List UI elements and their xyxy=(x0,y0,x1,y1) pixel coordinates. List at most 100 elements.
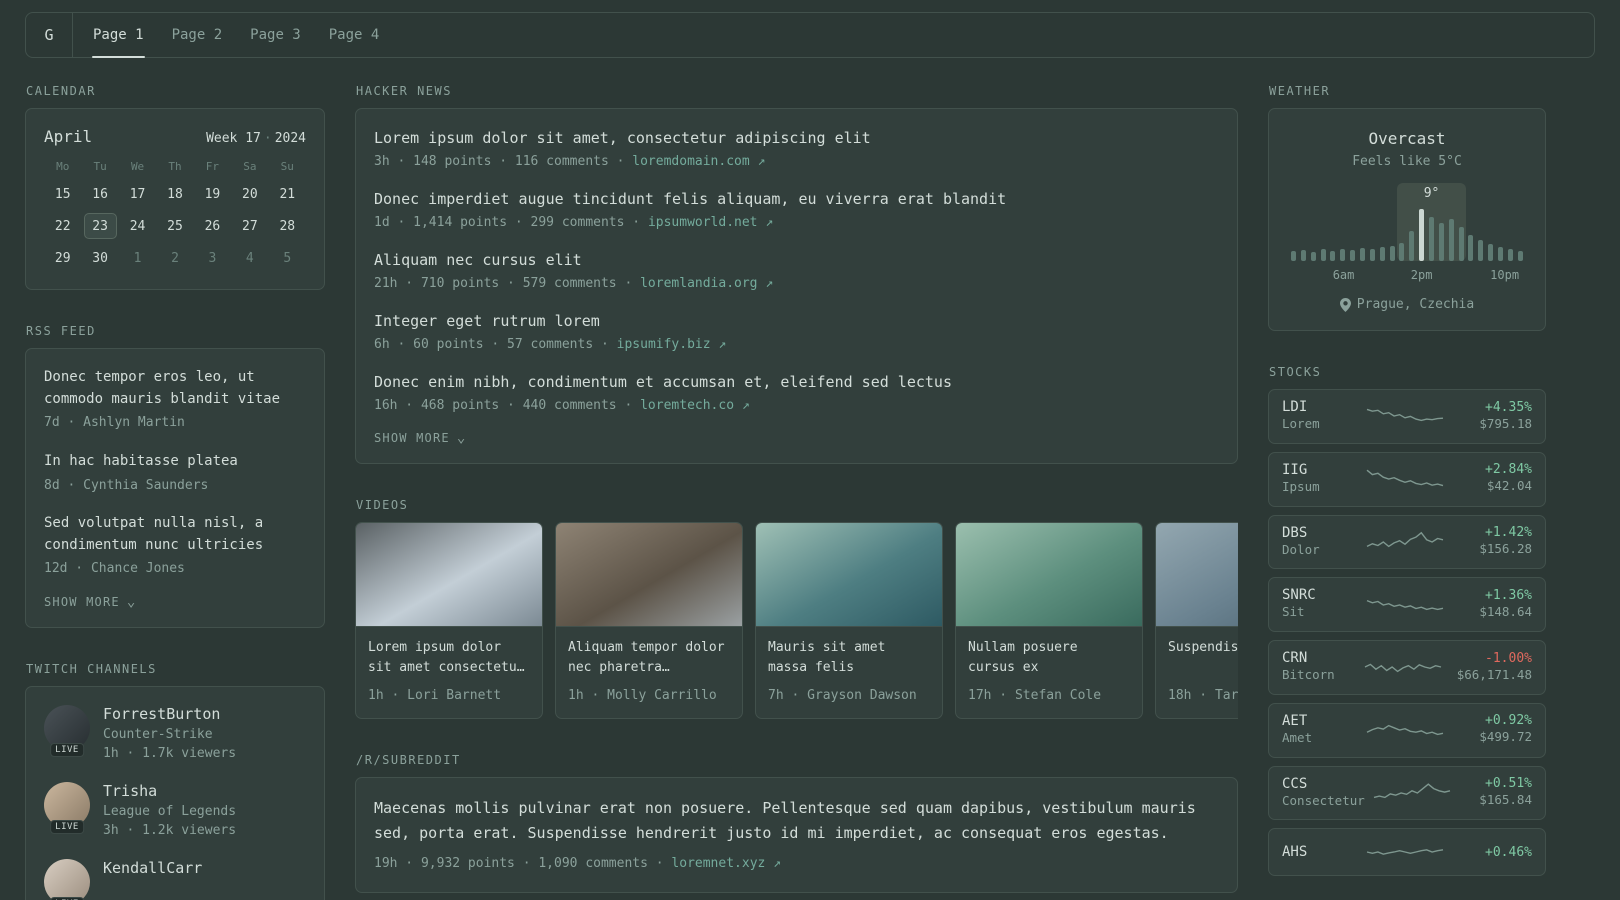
page-tab[interactable]: Page 4 xyxy=(315,13,394,57)
weather-bar xyxy=(1458,227,1464,261)
weather-bar xyxy=(1350,250,1356,261)
hn-item: Aliquam nec cursus elit 21h · 710 points… xyxy=(374,249,1219,293)
stock-right: +0.92% $499.72 xyxy=(1460,713,1532,747)
twitch-channel[interactable]: LIVE KendallCarr xyxy=(44,858,306,900)
stock-ticker: CCS xyxy=(1282,775,1308,792)
stock-sparkline xyxy=(1366,599,1444,610)
stock-right: +0.46% xyxy=(1460,845,1532,860)
twitch-channel[interactable]: LIVE Trisha League of Legends 3h · 1.2k … xyxy=(44,781,306,841)
page-tab[interactable]: Page 1 xyxy=(79,13,158,58)
weather-bar xyxy=(1389,246,1395,261)
rss-item-title[interactable]: Donec tempor eros leo, ut commodo mauris… xyxy=(44,367,306,410)
stock-price: $499.72 xyxy=(1479,729,1532,745)
weather-bar xyxy=(1340,249,1346,261)
weather-bar xyxy=(1468,235,1474,261)
stock-left: AHS xyxy=(1282,844,1350,860)
page-tab[interactable]: Page 2 xyxy=(158,13,237,57)
hn-item-domain-link[interactable]: loremtech.co ↗ xyxy=(640,398,750,413)
weather-location: Prague, Czechia xyxy=(1285,297,1529,312)
calendar-section-title: CALENDAR xyxy=(26,84,96,98)
video-card[interactable]: Aliquam tempor dolor nec pharetra… 1h · … xyxy=(555,522,743,719)
stock-left: CRN Bitcorn xyxy=(1282,650,1350,685)
calendar-day: 24 xyxy=(129,218,146,234)
hn-item-meta: 6h · 60 points · 57 comments · ipsumify.… xyxy=(374,335,1219,355)
right-column: WEATHER Overcast Feels like 5°C 9° 6am 2p… xyxy=(1268,58,1546,884)
stock-ticker: DBS xyxy=(1282,524,1308,541)
stock-right: +4.35% $795.18 xyxy=(1460,400,1532,434)
stocks-section-title: STOCKS xyxy=(1269,365,1322,379)
stock-sparkline xyxy=(1366,469,1444,487)
stock-row[interactable]: LDI Lorem +4.35% $795.18 xyxy=(1268,389,1546,444)
calendar-month: April xyxy=(44,127,93,146)
calendar-day: 2 xyxy=(171,250,179,266)
video-card[interactable]: Suspendisse diam 18h · Tara xyxy=(1155,522,1238,719)
calendar-day: 17 xyxy=(129,186,146,202)
calendar-days: 15 16 17 18 19 20 21 22 23 24 25 26 27 28 29 30 1 2 3 4 5 xyxy=(44,181,306,271)
video-body: Lorem ipsum dolor sit amet consectetu… 1… xyxy=(356,627,542,718)
hn-item-domain-link[interactable]: ipsumworld.net ↗ xyxy=(648,215,773,230)
calendar-day: 4 xyxy=(245,250,254,266)
hn-item-domain-link[interactable]: loremlandia.org ↗ xyxy=(640,276,773,291)
weather-bar xyxy=(1320,249,1326,261)
video-body: Aliquam tempor dolor nec pharetra… 1h · … xyxy=(556,627,742,718)
video-card[interactable]: Lorem ipsum dolor sit amet consectetu… 1… xyxy=(355,522,543,719)
hn-item-title[interactable]: Donec imperdiet augue tincidunt felis al… xyxy=(374,188,1219,211)
stock-name: Dolor xyxy=(1282,541,1320,557)
twitch-channel[interactable]: LIVE ForrestBurton Counter-Strike 1h · 1… xyxy=(44,704,306,764)
stock-ticker: LDI xyxy=(1282,399,1308,415)
reddit-post-title[interactable]: Maecenas mollis pulvinar erat non posuer… xyxy=(374,796,1219,846)
stock-row[interactable]: DBS Dolor +1.42% $156.28 xyxy=(1268,514,1546,570)
stock-right: +0.51% $165.84 xyxy=(1460,776,1532,810)
hn-item-domain-link[interactable]: ipsumify.biz ↗ xyxy=(617,337,727,352)
hn-item-title[interactable]: Aliquam nec cursus elit xyxy=(374,249,1219,272)
stock-change: +0.46% xyxy=(1485,844,1532,860)
reddit-post-domain-link[interactable]: loremnet.xyz ↗ xyxy=(671,856,781,871)
videos-section-title: VIDEOS xyxy=(356,498,409,512)
stock-row[interactable]: AHS +0.46% xyxy=(1268,828,1546,877)
calendar-day: 23 xyxy=(83,213,117,239)
stock-row[interactable]: SNRC Sit +1.36% $148.64 xyxy=(1268,577,1546,632)
stock-row[interactable]: IIG Ipsum +2.84% $42.04 xyxy=(1268,451,1546,507)
weather-time-label: 10pm xyxy=(1490,268,1520,282)
hn-item-meta-text: 1d · 1,414 points · 299 comments · xyxy=(374,214,648,230)
hn-item: Lorem ipsum dolor sit amet, consectetur … xyxy=(374,127,1219,171)
rss-widget: Donec tempor eros leo, ut commodo mauris… xyxy=(25,348,325,628)
stock-sparkline xyxy=(1374,783,1451,799)
channel-info: Trisha League of Legends 3h · 1.2k viewe… xyxy=(103,782,236,841)
stock-change: +4.35% xyxy=(1485,399,1532,415)
video-card[interactable]: Nullam posuere cursus ex 17h · Stefan Co… xyxy=(955,522,1143,719)
chevron-down-icon: ⌄ xyxy=(456,430,467,446)
weather-section-title: WEATHER xyxy=(1269,84,1331,98)
hn-show-more-button[interactable]: SHOW MORE ⌄ xyxy=(374,431,1219,445)
rss-item: Sed volutpat nulla nisl, a condimentum n… xyxy=(44,513,306,579)
stock-row[interactable]: CRN Bitcorn -1.00% $66,171.48 xyxy=(1268,640,1546,695)
stock-price: $42.04 xyxy=(1486,478,1532,494)
calendar-day: 3 xyxy=(208,250,217,266)
hn-item-meta: 16h · 468 points · 440 comments · loremt… xyxy=(374,396,1219,416)
video-card[interactable]: Mauris sit amet massa felis 7h · Grayson… xyxy=(755,522,943,719)
channel-name: Trisha xyxy=(103,781,158,800)
weather-bar xyxy=(1448,219,1454,261)
app-logo[interactable]: G xyxy=(26,13,73,57)
hn-item-title[interactable]: Lorem ipsum dolor sit amet, consectetur … xyxy=(374,127,1219,150)
reddit-post-meta-text: 19h · 9,932 points · 1,090 comments · xyxy=(374,856,672,872)
page-tab[interactable]: Page 3 xyxy=(236,13,315,57)
rss-item-title[interactable]: In hac habitasse platea xyxy=(44,451,306,473)
stock-ticker: AET xyxy=(1282,712,1308,729)
stock-row[interactable]: CCS Consectetur +0.51% $165.84 xyxy=(1268,765,1546,821)
stock-sparkline xyxy=(1365,663,1442,673)
rss-show-more-button[interactable]: SHOW MORE ⌄ xyxy=(44,595,306,609)
subreddit-section-title: /R/SUBREDDIT xyxy=(356,752,461,767)
hn-item-title[interactable]: Integer eget rutrum lorem xyxy=(374,310,1219,333)
stock-row[interactable]: AET Amet +0.92% $499.72 xyxy=(1268,702,1546,758)
video-title: Lorem ipsum dolor sit amet consectetu… xyxy=(368,640,525,676)
hn-item-title[interactable]: Donec enim nibh, condimentum et accumsan… xyxy=(374,371,1219,394)
calendar-day: 18 xyxy=(167,186,183,202)
stock-name: Bitcorn xyxy=(1282,667,1335,682)
stock-right: +1.42% $156.28 xyxy=(1460,525,1532,559)
channel-game: Counter-Strike xyxy=(103,726,213,742)
rss-item-title[interactable]: Sed volutpat nulla nisl, a condimentum n… xyxy=(44,513,306,556)
weather-bar xyxy=(1419,209,1425,261)
hn-item-domain-link[interactable]: loremdomain.com ↗ xyxy=(632,154,765,169)
live-badge: LIVE xyxy=(50,819,84,834)
